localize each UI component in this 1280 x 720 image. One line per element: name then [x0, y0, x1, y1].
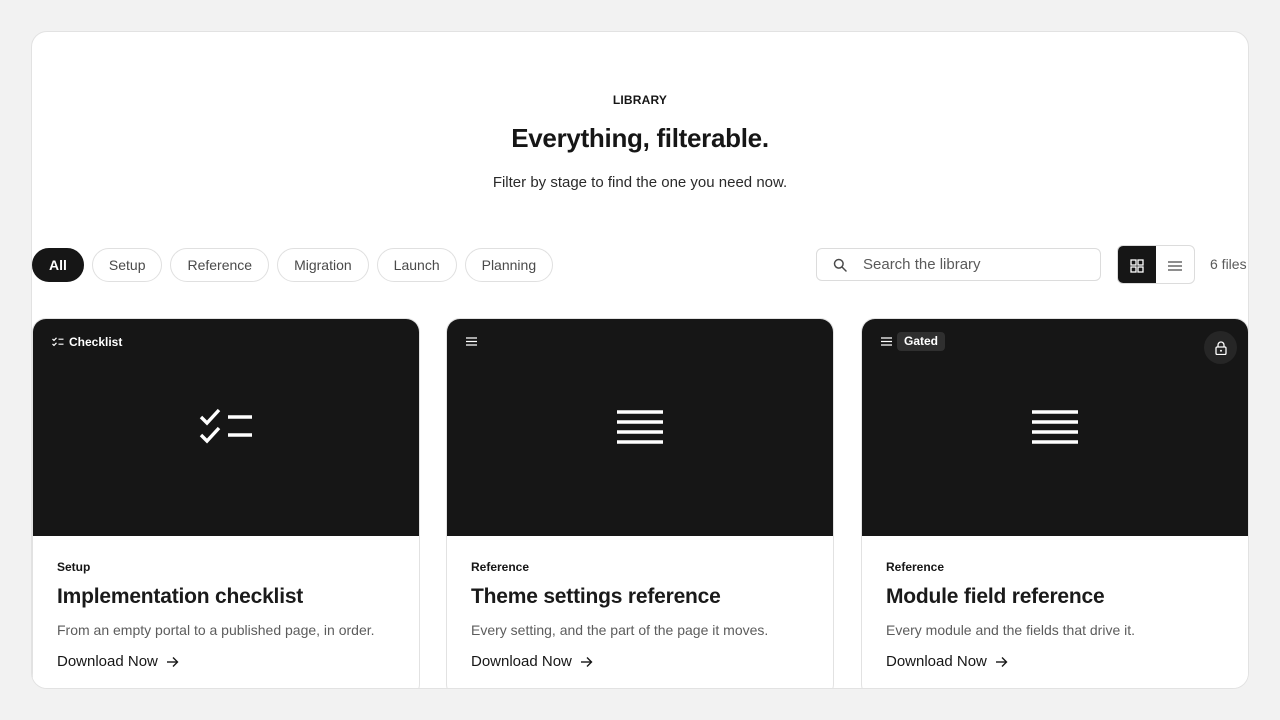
arrow-right-icon	[995, 656, 1008, 667]
filter-bar: All Setup Reference Migration Launch Pla…	[32, 248, 554, 282]
resource-card[interactable]: Gated Reference Module field reference E…	[861, 318, 1248, 688]
resource-card[interactable]: Reference Theme settings reference Every…	[446, 318, 834, 688]
page-title: Everything, filterable.	[511, 123, 769, 153]
card-thumbnail	[447, 319, 833, 536]
card-title: Module field reference	[886, 585, 1105, 608]
download-label: Download Now	[886, 653, 987, 670]
view-toggle	[1117, 245, 1195, 284]
card-category: Reference	[471, 560, 530, 574]
resource-card[interactable]: Checklist Setup Implementation checklist…	[32, 318, 420, 688]
card-badge	[466, 332, 482, 351]
card-body: Reference Theme settings reference Every…	[471, 560, 813, 671]
filter-chip-planning[interactable]: Planning	[464, 248, 554, 282]
card-description: From an empty portal to a published page…	[57, 622, 375, 638]
file-count: 6 files	[1210, 256, 1247, 272]
search-input[interactable]	[863, 256, 1073, 273]
search-box	[816, 248, 1101, 281]
download-label: Download Now	[57, 653, 158, 670]
card-badge-label: Checklist	[69, 334, 123, 349]
lines-icon	[881, 337, 892, 346]
card-category: Reference	[886, 560, 945, 574]
gated-badge: Gated	[897, 332, 946, 351]
download-button[interactable]: Download Now	[471, 653, 593, 670]
arrow-right-icon	[580, 656, 593, 667]
card-title: Implementation checklist	[57, 585, 304, 608]
library-panel: LIBRARY Everything, filterable. Filter b…	[31, 31, 1249, 689]
filter-chip-launch[interactable]: Launch	[376, 248, 457, 282]
download-label: Download Now	[471, 653, 572, 670]
download-button[interactable]: Download Now	[57, 653, 179, 670]
eyebrow: LIBRARY	[612, 93, 668, 107]
checklist-icon	[199, 407, 253, 447]
card-body: Reference Module field reference Every m…	[886, 560, 1228, 671]
card-badge: Checklist	[52, 332, 122, 351]
card-description: Every setting, and the part of the page …	[471, 622, 769, 638]
card-category: Setup	[57, 560, 91, 574]
page-subtitle: Filter by stage to find the one you need…	[492, 174, 788, 191]
filter-chip-setup[interactable]: Setup	[91, 248, 163, 282]
lines-icon	[466, 337, 477, 346]
filter-chip-migration[interactable]: Migration	[277, 248, 369, 282]
card-thumbnail: Gated	[862, 319, 1248, 536]
download-button[interactable]: Download Now	[886, 653, 1008, 670]
checklist-icon	[52, 336, 64, 346]
lock-icon	[1214, 340, 1227, 355]
filter-chip-all[interactable]: All	[32, 248, 84, 282]
list-icon	[1168, 260, 1182, 271]
card-description: Every module and the fields that drive i…	[886, 622, 1136, 638]
list-view-button[interactable]	[1156, 246, 1194, 283]
lines-icon	[1031, 410, 1079, 444]
filter-chip-reference[interactable]: Reference	[170, 248, 270, 282]
card-thumbnail: Checklist	[33, 319, 419, 536]
lines-icon	[616, 410, 664, 444]
card-badge: Gated	[881, 332, 946, 351]
arrow-right-icon	[166, 656, 179, 667]
card-body: Setup Implementation checklist From an e…	[57, 560, 399, 671]
card-title: Theme settings reference	[471, 585, 721, 608]
search-icon	[833, 258, 847, 272]
lock-button[interactable]	[1204, 331, 1237, 364]
grid-icon	[1130, 258, 1144, 273]
grid-view-button[interactable]	[1118, 246, 1156, 283]
